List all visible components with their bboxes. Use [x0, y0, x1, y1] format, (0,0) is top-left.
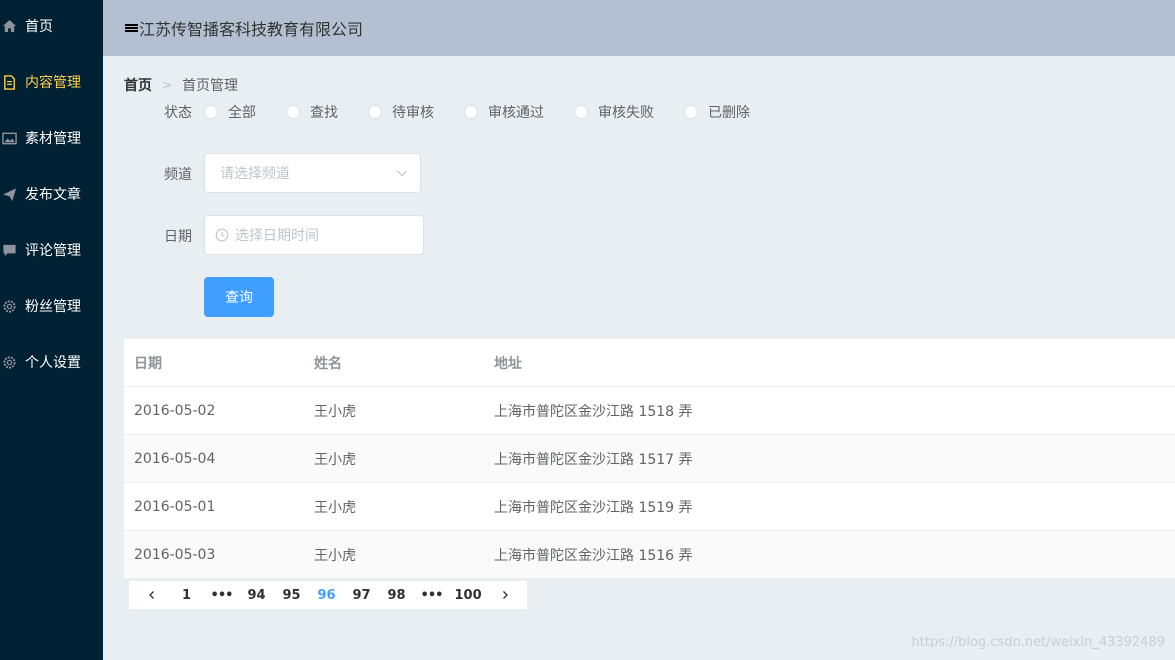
radio-circle[interactable]: [204, 105, 218, 119]
sidebar-item-label: 发布文章: [25, 187, 81, 203]
radio-circle[interactable]: [464, 105, 478, 119]
cell-date: 2016-05-02: [134, 402, 216, 419]
sidebar-item-label: 个人设置: [25, 355, 81, 371]
data-table: 日期 姓名 地址 2016-05-02 王小虎 上海市普陀区金沙江路 1518 …: [124, 339, 1175, 579]
pagination: 1 ••• 94 95 96 97 98 ••• 100: [129, 581, 528, 609]
sidebar-item-content[interactable]: 内容管理: [0, 54, 103, 110]
sidebar-item-settings[interactable]: 个人设置: [0, 334, 103, 390]
cell-address: 上海市普陀区金沙江路 1518 弄: [494, 403, 693, 420]
radio-label: 待审核: [392, 105, 434, 121]
status-radio-search[interactable]: 查找: [286, 102, 338, 122]
sidebar-item-label: 评论管理: [25, 243, 81, 259]
clock-icon: [215, 228, 229, 242]
sidebar-item-fans[interactable]: 粉丝管理: [0, 278, 103, 334]
status-radio-pending[interactable]: 待审核: [368, 102, 434, 122]
page-number[interactable]: 1: [172, 581, 202, 609]
page-number[interactable]: 100: [452, 581, 485, 609]
cell-date: 2016-05-04: [134, 450, 216, 467]
prev-page-button[interactable]: [137, 581, 167, 609]
radio-label: 查找: [310, 105, 338, 121]
gear-icon: [1, 298, 17, 314]
date-label: 日期: [164, 229, 192, 245]
cell-address: 上海市普陀区金沙江路 1517 弄: [494, 451, 693, 468]
channel-placeholder: 请选择频道: [220, 166, 290, 182]
table-row[interactable]: 2016-05-02 王小虎 上海市普陀区金沙江路 1518 弄: [124, 387, 1175, 435]
document-icon: [1, 74, 17, 90]
more-pages-button[interactable]: •••: [417, 581, 447, 609]
radio-label: 审核通过: [488, 105, 544, 121]
send-icon: [1, 186, 17, 202]
more-pages-button[interactable]: •••: [207, 581, 237, 609]
cell-name: 王小虎: [314, 499, 356, 516]
breadcrumb-current: 首页管理: [182, 78, 239, 94]
page-number[interactable]: 94: [242, 581, 272, 609]
company-title: 江苏传智播客科技教育有限公司: [139, 20, 364, 39]
chevron-down-icon: [397, 170, 407, 177]
status-radio-all[interactable]: 全部: [204, 102, 256, 122]
status-radio-deleted[interactable]: 已删除: [684, 102, 750, 122]
next-page-button[interactable]: [490, 581, 520, 609]
status-label: 状态: [164, 105, 192, 121]
chevron-right-icon: [502, 591, 508, 599]
radio-circle[interactable]: [368, 105, 382, 119]
cell-name: 王小虎: [314, 403, 356, 420]
channel-select[interactable]: 请选择频道: [204, 153, 421, 193]
table-row[interactable]: 2016-05-04 王小虎 上海市普陀区金沙江路 1517 弄: [124, 435, 1175, 483]
breadcrumb: 首页 > 首页管理: [124, 75, 238, 95]
radio-label: 全部: [228, 105, 256, 121]
sidebar-item-label: 素材管理: [25, 131, 81, 147]
breadcrumb-home[interactable]: 首页: [124, 75, 152, 95]
radio-circle[interactable]: [684, 105, 698, 119]
page-number-current[interactable]: 96: [312, 581, 342, 609]
sidebar-item-publish[interactable]: 发布文章: [0, 166, 103, 222]
page-number[interactable]: 97: [347, 581, 377, 609]
status-radio-approved[interactable]: 审核通过: [464, 102, 544, 122]
comment-icon: [1, 242, 17, 258]
cell-date: 2016-05-01: [134, 498, 216, 515]
radio-circle[interactable]: [286, 105, 300, 119]
column-header-name: 姓名: [314, 355, 342, 372]
table-row[interactable]: 2016-05-03 王小虎 上海市普陀区金沙江路 1516 弄: [124, 531, 1175, 579]
column-header-date: 日期: [134, 355, 162, 372]
home-icon: [1, 18, 17, 34]
status-radio-rejected[interactable]: 审核失败: [574, 102, 654, 122]
sidebar-item-label: 首页: [25, 19, 53, 35]
radio-circle[interactable]: [574, 105, 588, 119]
cell-name: 王小虎: [314, 451, 356, 468]
column-header-address: 地址: [494, 355, 522, 372]
cell-address: 上海市普陀区金沙江路 1519 弄: [494, 499, 693, 516]
page-number[interactable]: 95: [277, 581, 307, 609]
sidebar-item-comments[interactable]: 评论管理: [0, 222, 103, 278]
sidebar: 首页 内容管理 素材管理 发布文章 评论管理 粉丝管理 个人设置: [0, 0, 103, 660]
gear-icon: [1, 354, 17, 370]
sidebar-item-home[interactable]: 首页: [0, 0, 103, 54]
date-picker[interactable]: 选择日期时间: [204, 215, 424, 255]
channel-label: 频道: [164, 167, 192, 183]
sidebar-item-label: 粉丝管理: [25, 299, 81, 315]
radio-label: 审核失败: [598, 105, 654, 121]
chevron-right-icon: >: [162, 78, 173, 92]
page-number[interactable]: 98: [382, 581, 412, 609]
cell-address: 上海市普陀区金沙江路 1516 弄: [494, 547, 693, 564]
date-placeholder: 选择日期时间: [235, 228, 319, 244]
chevron-left-icon: [148, 591, 154, 599]
top-header: 江苏传智播客科技教育有限公司: [103, 0, 1175, 56]
table-row[interactable]: 2016-05-01 王小虎 上海市普陀区金沙江路 1519 弄: [124, 483, 1175, 531]
cell-name: 王小虎: [314, 547, 356, 564]
image-icon: [1, 130, 17, 146]
sidebar-item-label: 内容管理: [25, 75, 81, 91]
query-button[interactable]: 查询: [204, 277, 274, 317]
table-header-row: 日期 姓名 地址: [124, 339, 1175, 387]
cell-date: 2016-05-03: [134, 546, 216, 563]
sidebar-item-material[interactable]: 素材管理: [0, 110, 103, 166]
menu-icon[interactable]: [125, 22, 138, 34]
watermark-text: https://blog.csdn.net/weixin_43392489: [911, 635, 1165, 650]
radio-label: 已删除: [708, 105, 750, 121]
